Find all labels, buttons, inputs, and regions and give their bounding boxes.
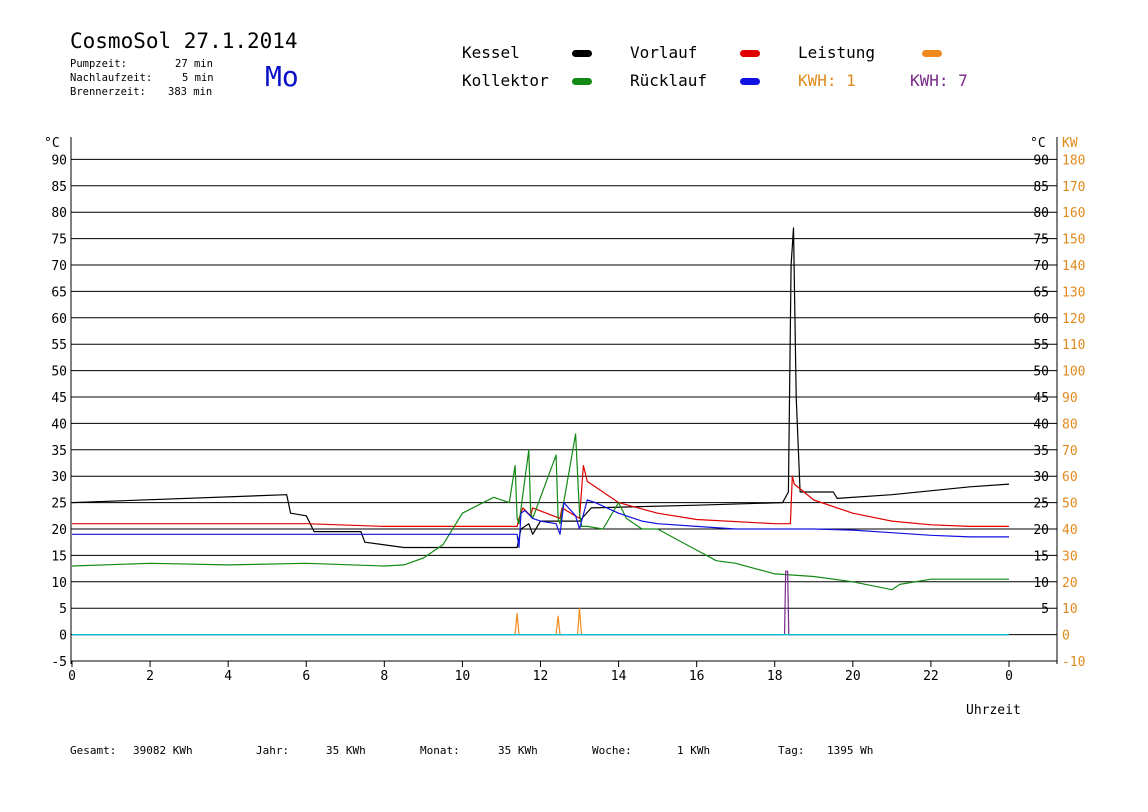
y-tick-right-kw: 20 bbox=[1062, 576, 1078, 591]
line-chart: 908580757065605550454035302520151050-590… bbox=[44, 136, 1085, 718]
y-tick-left: 70 bbox=[51, 259, 67, 274]
y-tick-right-kw: 170 bbox=[1062, 180, 1085, 195]
footer-label-gesamt: Gesamt: bbox=[70, 744, 117, 757]
y-tick-right-c: 75 bbox=[1033, 233, 1049, 248]
y-tick-left: 0 bbox=[59, 629, 67, 644]
y-tick-left: 30 bbox=[51, 470, 67, 485]
y-tick-left: 75 bbox=[51, 233, 67, 248]
y-tick-right-kw: 100 bbox=[1062, 365, 1085, 380]
y-axis-left-unit: °C bbox=[44, 136, 60, 151]
y-tick-left: 25 bbox=[51, 497, 67, 512]
y-tick-left: -5 bbox=[51, 655, 67, 670]
x-tick-label: 2 bbox=[146, 669, 154, 684]
y-tick-right-kw: 70 bbox=[1062, 444, 1078, 459]
series-lines bbox=[71, 227, 1010, 636]
x-tick-label: 12 bbox=[533, 669, 549, 684]
y-tick-left: 10 bbox=[51, 576, 67, 591]
grid-lines bbox=[70, 137, 1058, 664]
y-tick-right-kw: 150 bbox=[1062, 233, 1085, 248]
y-tick-right-kw: 140 bbox=[1062, 259, 1085, 274]
y-axis-right-unit-kw: KW bbox=[1062, 136, 1078, 151]
y-tick-left: 5 bbox=[59, 602, 67, 617]
x-tick-label: 20 bbox=[845, 669, 861, 684]
x-tick-label: 8 bbox=[380, 669, 388, 684]
y-tick-right-kw: 40 bbox=[1062, 523, 1078, 538]
y-tick-right-c: 15 bbox=[1033, 549, 1049, 564]
y-tick-left: 40 bbox=[51, 417, 67, 432]
series-line-brenner bbox=[72, 570, 1009, 636]
y-tick-right-kw: 110 bbox=[1062, 338, 1085, 353]
y-tick-right-c: 80 bbox=[1033, 206, 1049, 221]
y-tick-right-c: 20 bbox=[1033, 523, 1049, 538]
y-tick-right-c: 35 bbox=[1033, 444, 1049, 459]
x-tick-label: 14 bbox=[611, 669, 627, 684]
y-tick-right-kw: 130 bbox=[1062, 285, 1085, 300]
x-tick-label: 0 bbox=[68, 669, 76, 684]
footer-value-woche: 1 KWh bbox=[677, 744, 711, 757]
series-line-kessel bbox=[71, 227, 1010, 549]
y-tick-left: 60 bbox=[51, 312, 67, 327]
y-tick-right-c: 65 bbox=[1033, 285, 1049, 300]
y-tick-right-kw: 30 bbox=[1062, 549, 1078, 564]
y-tick-right-kw: 80 bbox=[1062, 417, 1078, 432]
y-tick-left: 15 bbox=[51, 549, 67, 564]
y-axis-right-unit-c: °C bbox=[1030, 136, 1046, 151]
y-tick-right-kw: -10 bbox=[1062, 655, 1085, 670]
footer-value-tag: 1395 Wh bbox=[827, 744, 874, 757]
y-tick-right-c: 40 bbox=[1033, 417, 1049, 432]
x-tick-label: 16 bbox=[689, 669, 705, 684]
x-tick-label: 22 bbox=[923, 669, 939, 684]
y-tick-right-kw: 180 bbox=[1062, 153, 1085, 168]
y-tick-right-c: 30 bbox=[1033, 470, 1049, 485]
footer-value-gesamt: 39082 KWh bbox=[133, 744, 193, 757]
y-tick-left: 80 bbox=[51, 206, 67, 221]
x-tick-label: 6 bbox=[302, 669, 310, 684]
y-tick-right-c: 85 bbox=[1033, 180, 1049, 195]
y-tick-right-c: 55 bbox=[1033, 338, 1049, 353]
y-tick-right-kw: 0 bbox=[1062, 629, 1070, 644]
footer-value-monat: 35 KWh bbox=[498, 744, 538, 757]
y-tick-right-kw: 90 bbox=[1062, 391, 1078, 406]
x-tick-label: 18 bbox=[767, 669, 783, 684]
y-tick-left: 45 bbox=[51, 391, 67, 406]
y-tick-right-kw: 60 bbox=[1062, 470, 1078, 485]
series-line-leistung bbox=[72, 607, 1009, 636]
y-tick-right-kw: 50 bbox=[1062, 497, 1078, 512]
footer-label-jahr: Jahr: bbox=[256, 744, 290, 757]
axis-ticks: 908580757065605550454035302520151050-590… bbox=[51, 153, 1085, 684]
y-tick-right-kw: 120 bbox=[1062, 312, 1085, 327]
y-tick-left: 90 bbox=[51, 153, 67, 168]
y-tick-left: 65 bbox=[51, 285, 67, 300]
footer-label-monat: Monat: bbox=[420, 744, 460, 757]
y-tick-left: 50 bbox=[51, 365, 67, 380]
x-tick-label: 0 bbox=[1005, 669, 1013, 684]
x-tick-label: 4 bbox=[224, 669, 232, 684]
y-tick-right-c: 45 bbox=[1033, 391, 1049, 406]
y-tick-right-c: 10 bbox=[1033, 576, 1049, 591]
y-tick-left: 55 bbox=[51, 338, 67, 353]
x-axis-label: Uhrzeit bbox=[966, 703, 1021, 718]
y-tick-right-c: 5 bbox=[1041, 602, 1049, 617]
footer-label-woche: Woche: bbox=[592, 744, 632, 757]
y-tick-right-c: 60 bbox=[1033, 312, 1049, 327]
y-tick-right-kw: 160 bbox=[1062, 206, 1085, 221]
y-tick-right-c: 25 bbox=[1033, 497, 1049, 512]
y-tick-right-c: 50 bbox=[1033, 365, 1049, 380]
footer-label-tag: Tag: bbox=[778, 744, 805, 757]
y-tick-right-c: 70 bbox=[1033, 259, 1049, 274]
footer-value-jahr: 35 KWh bbox=[326, 744, 366, 757]
y-tick-right-kw: 10 bbox=[1062, 602, 1078, 617]
y-tick-left: 20 bbox=[51, 523, 67, 538]
y-tick-right-c: 90 bbox=[1033, 153, 1049, 168]
series-line-kollektor bbox=[71, 433, 1009, 591]
x-tick-label: 10 bbox=[455, 669, 471, 684]
y-tick-left: 35 bbox=[51, 444, 67, 459]
y-tick-left: 85 bbox=[51, 180, 67, 195]
